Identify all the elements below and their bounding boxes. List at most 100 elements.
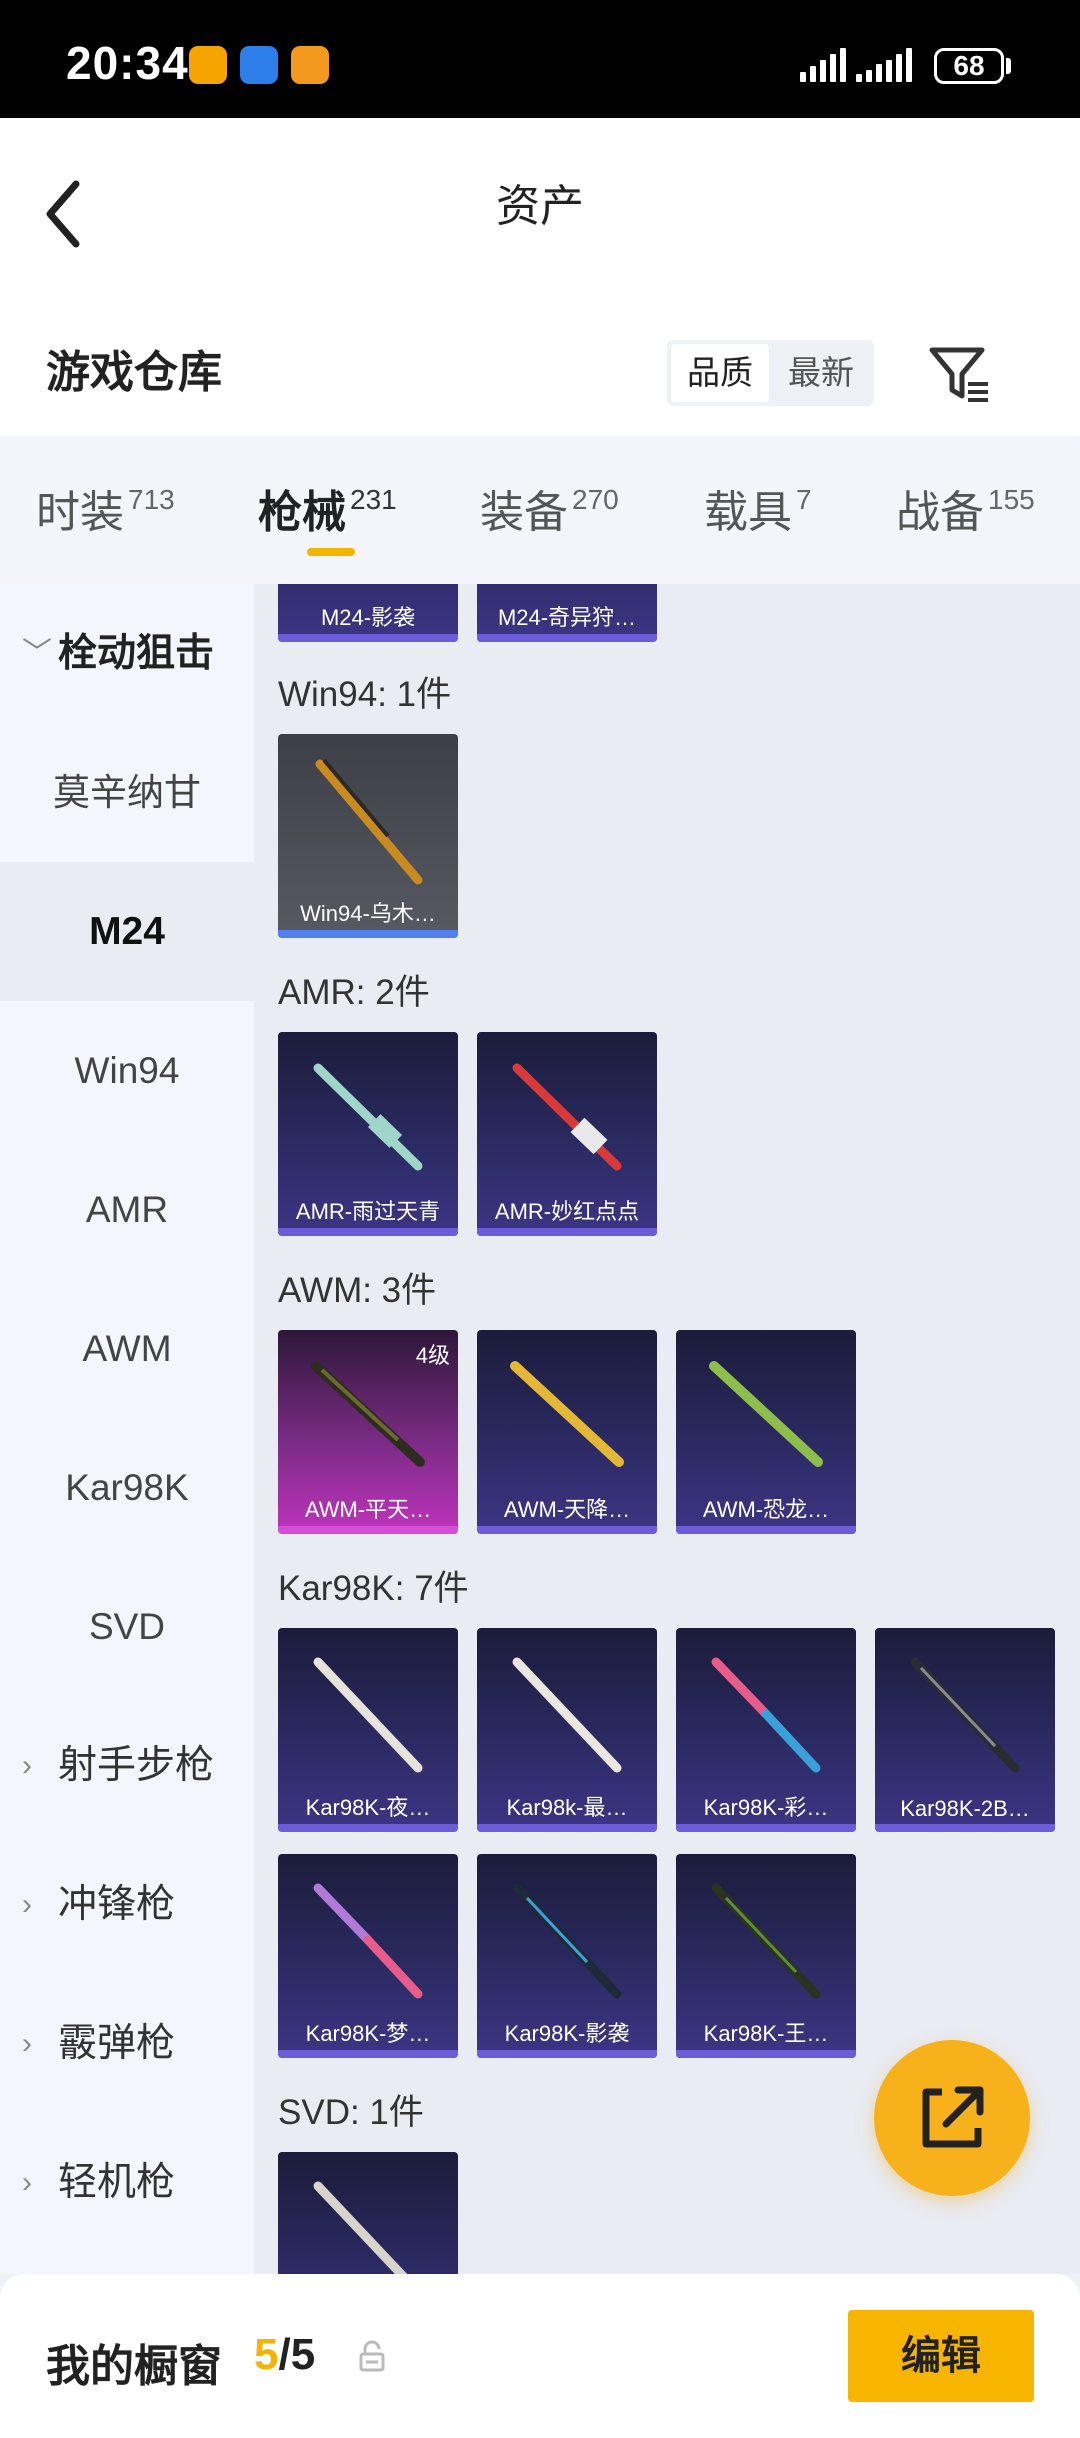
item-name: Win94-乌木… xyxy=(300,901,436,926)
rarity-bar xyxy=(676,2050,856,2058)
rifle-icon xyxy=(512,1657,622,1773)
showcase-current: 5 xyxy=(254,2330,279,2379)
item-name: Kar98K-2B… xyxy=(900,1796,1030,1821)
rifle-icon xyxy=(711,1657,821,1773)
sort-newest-button[interactable]: 最新 xyxy=(771,344,871,402)
item-card[interactable]: M24-奇异狩… xyxy=(477,584,657,642)
rarity-bar xyxy=(676,1824,856,1832)
signal-icon-2 xyxy=(856,48,922,82)
weapon-type-sidebar: ﹀ 栓动狙击 莫辛纳甘 M24 Win94 AMR AWM Kar98K SVD… xyxy=(0,584,254,2274)
status-bar: 20:34 68 xyxy=(0,0,1080,118)
sidebar-group-dmr[interactable]: › 射手步枪 xyxy=(0,1696,254,1835)
item-card[interactable] xyxy=(278,2152,458,2274)
tab-count: 270 xyxy=(572,484,619,515)
edit-button[interactable]: 编辑 xyxy=(848,2310,1034,2402)
sort-quality-button[interactable]: 品质 xyxy=(671,344,769,402)
sidebar-item-m24[interactable]: M24 xyxy=(0,862,254,1001)
tab-equipment[interactable]: 装备 270 xyxy=(480,476,619,540)
section-title: 游戏仓库 xyxy=(46,348,222,397)
rifle-icon xyxy=(313,2181,408,2274)
item-card[interactable]: Kar98K-梦… xyxy=(278,1854,458,2058)
page-title: 资产 xyxy=(496,182,584,231)
item-card[interactable]: Kar98K-2B… xyxy=(875,1628,1055,1832)
sidebar-item-awm[interactable]: AWM xyxy=(0,1279,254,1418)
sidebar-group-bolt-sniper[interactable]: ﹀ 栓动狙击 xyxy=(0,584,254,723)
category-tabs: 时装 713 枪械 231 装备 270 载具 7 战备 155 xyxy=(0,436,1080,584)
sidebar-item-kar98k[interactable]: Kar98K xyxy=(0,1418,254,1557)
sidebar-group-label: 冲锋枪 xyxy=(58,1883,176,1926)
signal-icon xyxy=(800,48,846,82)
filter-button[interactable] xyxy=(926,340,994,406)
sidebar-group-label: 轻机枪 xyxy=(58,2161,176,2204)
rarity-bar xyxy=(278,1526,458,1534)
app-notification-icon-1 xyxy=(189,46,227,84)
rifle-icon xyxy=(709,1361,823,1467)
share-button[interactable] xyxy=(874,2040,1030,2196)
showcase-total: /5 xyxy=(278,2330,316,2379)
sidebar-group-smg[interactable]: › 冲锋枪 xyxy=(0,1835,254,1974)
tab-supplies[interactable]: 战备 155 xyxy=(896,476,1035,540)
sidebar-group-shotgun[interactable]: › 霰弹枪 xyxy=(0,1974,254,2113)
sidebar-item-svd[interactable]: SVD xyxy=(0,1557,254,1696)
item-card[interactable]: Kar98K-影袭 xyxy=(477,1854,657,2058)
group-header-win94: Win94: 1件 xyxy=(278,675,452,714)
chevron-right-icon: › xyxy=(22,1749,32,1782)
item-card[interactable]: 4级 AWM-平天… xyxy=(278,1330,458,1534)
sidebar-item-amr[interactable]: AMR xyxy=(0,1140,254,1279)
header: 资产 游戏仓库 品质 最新 xyxy=(0,118,1080,436)
battery-icon: 68 xyxy=(934,48,1004,84)
rifle-icon xyxy=(315,758,423,885)
status-time: 20:34 xyxy=(66,37,189,89)
tab-label: 枪械 xyxy=(258,488,346,537)
active-tab-indicator xyxy=(307,548,355,556)
battery-tip xyxy=(1006,58,1011,74)
rarity-bar xyxy=(278,634,458,642)
tab-firearms[interactable]: 枪械 231 xyxy=(258,476,397,540)
sidebar-group-lmg[interactable]: › 轻机枪 xyxy=(0,2113,254,2252)
tab-label: 装备 xyxy=(480,488,568,537)
filter-icon xyxy=(929,347,988,402)
rifle-icon xyxy=(512,1063,622,1171)
tab-fashion[interactable]: 时装 713 xyxy=(36,476,175,540)
showcase-count: 5/5 xyxy=(254,2330,315,2380)
item-name: AMR-雨过天青 xyxy=(295,1199,441,1224)
sidebar-group-label: 霰弹枪 xyxy=(58,2022,176,2065)
item-name: Kar98K-夜… xyxy=(305,1795,431,1820)
rifle-icon xyxy=(910,1657,1020,1773)
tab-count: 7 xyxy=(796,484,812,515)
rarity-bar xyxy=(477,634,657,642)
group-header-awm: AWM: 3件 xyxy=(278,1271,437,1310)
tab-label: 载具 xyxy=(704,488,792,537)
sidebar-item-win94[interactable]: Win94 xyxy=(0,1001,254,1140)
item-card[interactable]: AWM-天降… xyxy=(477,1330,657,1534)
item-card[interactable]: Kar98k-最… xyxy=(477,1628,657,1832)
item-card[interactable]: Kar98K-王… xyxy=(676,1854,856,2058)
item-card[interactable]: Kar98K-夜… xyxy=(278,1628,458,1832)
group-header-amr: AMR: 2件 xyxy=(278,973,430,1012)
item-card[interactable]: AMR-雨过天青 xyxy=(278,1032,458,1236)
item-name: AWM-恐龙… xyxy=(702,1497,830,1522)
item-card[interactable]: AWM-恐龙… xyxy=(676,1330,856,1534)
rarity-bar xyxy=(278,1228,458,1236)
tab-vehicles[interactable]: 载具 7 xyxy=(704,476,812,540)
chevron-right-icon: › xyxy=(22,1888,32,1921)
item-card[interactable]: M24-影袭 xyxy=(278,584,458,642)
tab-count: 155 xyxy=(988,484,1035,515)
item-card[interactable]: Kar98K-彩… xyxy=(676,1628,856,1832)
chevron-right-icon: › xyxy=(22,2027,32,2060)
app-notification-icon-3 xyxy=(291,46,329,84)
tab-label: 时装 xyxy=(36,488,124,537)
item-card[interactable]: Win94-乌木… xyxy=(278,734,458,938)
item-name: Kar98K-梦… xyxy=(305,2021,431,2046)
sort-toggle: 品质 最新 xyxy=(667,340,874,406)
rifle-icon xyxy=(313,1883,423,1999)
rarity-bar xyxy=(477,2050,657,2058)
item-name: AWM-平天… xyxy=(304,1497,432,1522)
item-name: Kar98k-最… xyxy=(506,1795,628,1820)
sidebar-item-mosin[interactable]: 莫辛纳甘 xyxy=(0,723,254,862)
item-card[interactable]: AMR-妙红点点 xyxy=(477,1032,657,1236)
tab-label: 战备 xyxy=(896,488,984,537)
app-notification-icon-2 xyxy=(240,46,278,84)
group-header-kar98k: Kar98K: 7件 xyxy=(278,1569,469,1608)
sidebar-group-label: 栓动狙击 xyxy=(58,632,215,675)
